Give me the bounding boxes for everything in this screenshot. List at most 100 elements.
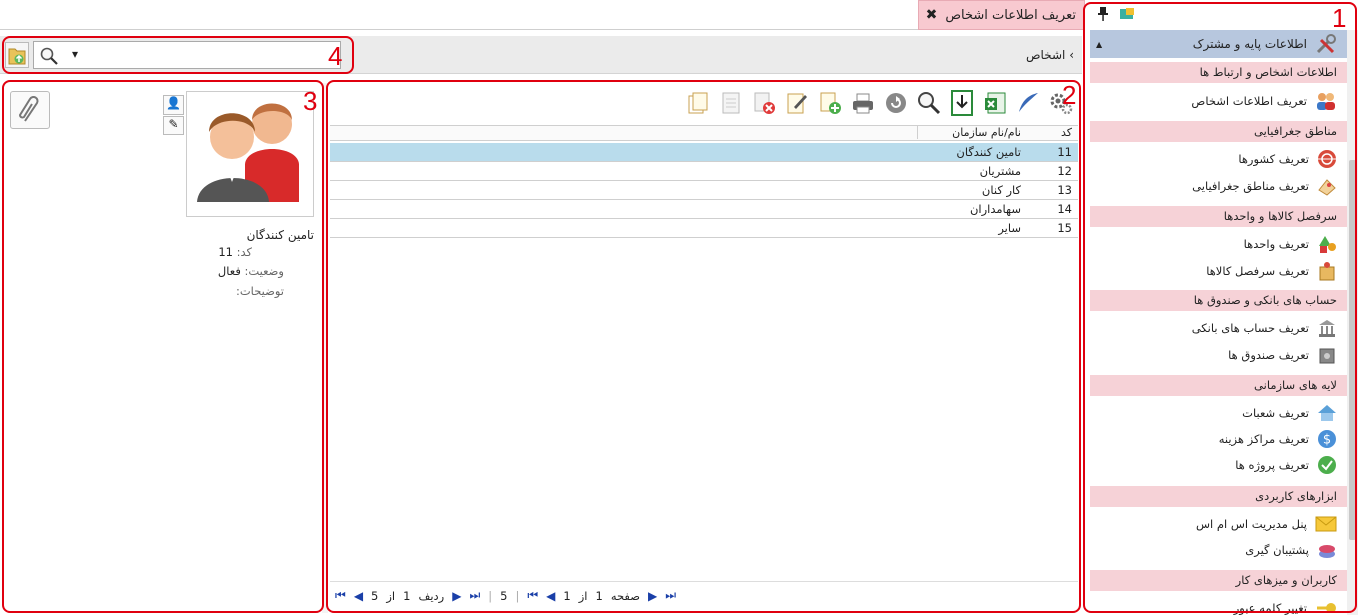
print-button[interactable] xyxy=(849,90,876,117)
delete-button[interactable] xyxy=(750,90,777,117)
cell-code: 15 xyxy=(1057,221,1072,235)
folder-up-icon xyxy=(8,48,26,65)
table-row[interactable]: 13 کار کنان xyxy=(330,181,1078,200)
table-row[interactable]: 15 سایر xyxy=(330,219,1078,238)
sidebar-header xyxy=(1090,0,1347,28)
group-header: حساب های بانکی و صندوق ها xyxy=(1090,290,1347,311)
sidebar-title[interactable]: اطلاعات پایه و مشترک ▲ xyxy=(1090,30,1347,58)
pencil-icon: ✎ xyxy=(168,117,179,131)
group-header: ابزارهای کاربردی xyxy=(1090,486,1347,507)
cell-name: سایر xyxy=(998,221,1021,235)
shapes-icon xyxy=(1319,236,1336,253)
code-label: کد: xyxy=(236,245,252,259)
page-last-icon[interactable]: ⏭ xyxy=(665,588,676,603)
page-size[interactable]: 5 xyxy=(500,589,507,603)
column-header-code[interactable]: کد xyxy=(1026,126,1078,139)
grid-header: کد نام/نام سازمان xyxy=(330,125,1078,141)
refresh-button[interactable] xyxy=(882,90,909,117)
avatar xyxy=(186,91,314,217)
annotation-number-3: 3 xyxy=(303,86,318,116)
backup-icon xyxy=(1319,545,1335,558)
sidebar-item-bank-accounts[interactable]: تعریف حساب های بانکی xyxy=(1090,316,1347,340)
tab-person-info[interactable]: تعریف اطلاعات اشخاص ✖ xyxy=(918,0,1085,30)
row-label: ردیف xyxy=(418,588,445,603)
sidebar-item-countries[interactable]: تعریف کشورها xyxy=(1090,147,1347,171)
excel-icon xyxy=(984,92,1005,114)
chevron-down-icon[interactable]: ▾ xyxy=(72,47,78,61)
attachment-button[interactable] xyxy=(10,91,50,129)
row-last-icon[interactable]: ⏭ xyxy=(469,588,480,603)
edit-document-icon xyxy=(787,93,807,114)
row-value: 1 xyxy=(403,588,411,603)
cell-name: سهامداران xyxy=(969,202,1021,216)
row-prev-icon[interactable]: ◀ xyxy=(354,589,363,603)
add-button[interactable] xyxy=(816,90,843,117)
sidebar-item-cost-centers[interactable]: $ تعریف مراکز هزینه xyxy=(1090,427,1347,451)
paste-button[interactable] xyxy=(717,90,744,117)
map-icon xyxy=(1318,179,1336,196)
edit-button[interactable] xyxy=(783,90,810,117)
tab-bar: تعریف اطلاعات اشخاص ✖ xyxy=(0,0,1085,30)
sidebar-item-regions[interactable]: تعریف مناطق جغرافیایی xyxy=(1090,174,1347,198)
column-header-name[interactable]: نام/نام سازمان xyxy=(917,126,1025,139)
sidebar-item-label: تعریف مراکز هزینه xyxy=(1218,432,1309,446)
printer-icon xyxy=(852,93,873,114)
find-button[interactable] xyxy=(915,90,942,117)
box-icon xyxy=(1319,262,1335,281)
sidebar-scroll-thumb[interactable] xyxy=(1349,160,1356,540)
excel-button[interactable] xyxy=(981,90,1008,117)
group-header: لایه های سازمانی xyxy=(1090,375,1347,396)
sidebar-item-label: پنل مدیریت اس ام اس xyxy=(1195,517,1307,531)
refresh-icon xyxy=(885,93,906,113)
breadcrumb[interactable]: › اشخاص xyxy=(1026,48,1074,62)
sidebar-item-cashboxes[interactable]: تعریف صندوق ها xyxy=(1090,343,1347,367)
window-icon[interactable] xyxy=(1119,7,1135,21)
sidebar-item-units[interactable]: تعریف واحدها xyxy=(1090,232,1347,256)
pin-icon[interactable] xyxy=(1097,7,1109,21)
user-photo-button[interactable]: 👤 xyxy=(163,95,184,115)
sidebar-item-branches[interactable]: تعریف شعبات xyxy=(1090,401,1347,425)
quill-button[interactable] xyxy=(1014,90,1041,117)
sidebar-item-label: تغییر کلمه عبور xyxy=(1233,601,1307,615)
cell-code: 13 xyxy=(1057,183,1072,197)
sidebar-item-label: تعریف سرفصل کالاها xyxy=(1206,264,1309,278)
cashbox-icon xyxy=(1319,348,1335,364)
edit-photo-button[interactable]: ✎ xyxy=(163,116,184,135)
annotation-number-2: 2 xyxy=(1062,80,1077,110)
table-row[interactable]: 12 مشتریان xyxy=(330,162,1078,181)
detail-code: کد: 11 xyxy=(218,245,252,259)
sidebar-item-change-password[interactable]: تغییر کلمه عبور xyxy=(1090,596,1347,615)
table-row[interactable]: 11 تامین کنندگان xyxy=(330,143,1078,162)
search-icon[interactable] xyxy=(39,46,59,66)
import-button[interactable] xyxy=(948,90,975,117)
page-first-icon[interactable]: ⏮ xyxy=(527,588,538,603)
code-value: 11 xyxy=(218,245,233,259)
user-icon: 👤 xyxy=(166,96,181,110)
detail-panel: 👤 ✎ تامین کنندگان کد: 11 وضعیت: فعال توض… xyxy=(2,83,322,611)
page-prev-icon[interactable]: ◀ xyxy=(546,589,555,603)
sidebar-item-person-info[interactable]: تعریف اطلاعات اشخاص xyxy=(1090,89,1347,113)
cell-name: کار کنان xyxy=(981,183,1021,197)
sidebar-item-projects[interactable]: تعریف پروژه ها xyxy=(1090,453,1347,477)
add-folder-button[interactable] xyxy=(5,42,29,68)
search-box[interactable]: ▾ xyxy=(33,41,341,69)
cell-name: تامین کنندگان xyxy=(956,145,1021,159)
table-row[interactable]: 14 سهامداران xyxy=(330,200,1078,219)
sidebar-item-sms-panel[interactable]: پنل مدیریت اس ام اس xyxy=(1090,512,1347,536)
globe-icon xyxy=(1318,150,1336,168)
sidebar-item-goods[interactable]: تعریف سرفصل کالاها xyxy=(1090,259,1347,283)
sidebar-item-backup[interactable]: پشتیبان گیری xyxy=(1090,538,1347,562)
key-icon xyxy=(1317,603,1336,613)
copy-button[interactable] xyxy=(684,90,711,117)
splitter[interactable] xyxy=(322,83,328,613)
row-next-icon[interactable]: ▶ xyxy=(452,589,461,603)
close-icon[interactable]: ✖ xyxy=(926,7,938,23)
row-first-icon[interactable]: ⏮ xyxy=(335,588,346,603)
page-next-icon[interactable]: ▶ xyxy=(648,589,657,603)
collapse-icon[interactable]: ▲ xyxy=(1096,40,1102,49)
envelope-icon xyxy=(1315,516,1337,532)
sidebar-item-label: تعریف مناطق جغرافیایی xyxy=(1192,179,1309,193)
sidebar: اطلاعات پایه و مشترک ▲ اطلاعات اشخاص و ا… xyxy=(1090,0,1347,615)
search-input[interactable] xyxy=(94,44,334,66)
sidebar-item-label: تعریف حساب های بانکی xyxy=(1191,321,1309,335)
